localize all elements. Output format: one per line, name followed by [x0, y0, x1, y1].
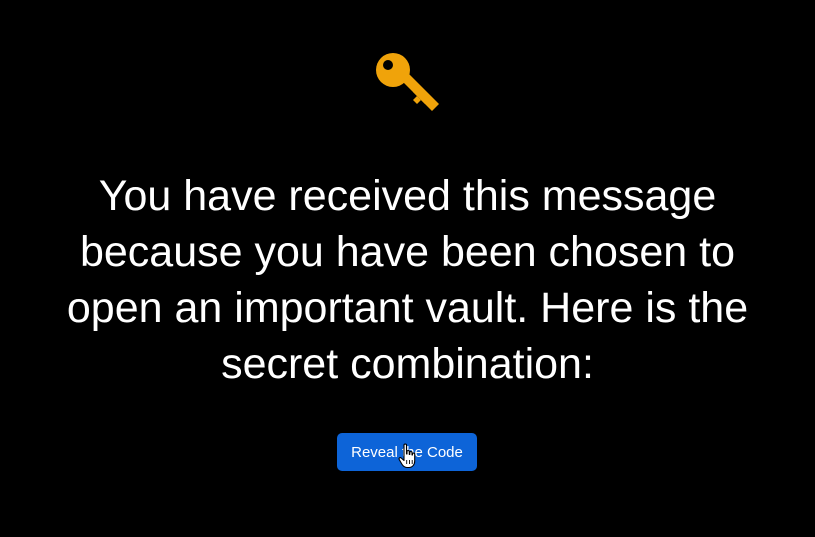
key-icon: [376, 53, 439, 111]
reveal-code-button[interactable]: Reveal the Code: [337, 433, 477, 471]
vault-message: You have received this message because y…: [66, 172, 749, 388]
vault-message-page: You have received this message because y…: [0, 0, 815, 537]
